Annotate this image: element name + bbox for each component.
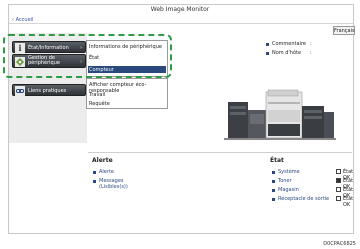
status-info-submenu: Afficher compteur éco-responsable Travai…	[86, 78, 168, 109]
comment-label: Commentaire	[272, 41, 306, 47]
figure-code: D0CPAC6825	[323, 241, 356, 247]
comment-colon: :	[310, 41, 312, 47]
divider	[88, 152, 352, 153]
toner-icon	[336, 178, 341, 183]
bullet-icon	[93, 171, 96, 174]
status-row-toner[interactable]: Toner	[278, 178, 292, 184]
status-title: État	[270, 157, 284, 164]
status-row-system[interactable]: Système	[278, 169, 300, 175]
status-row-output-tray[interactable]: Réceptacle de sortie	[278, 196, 329, 202]
host-name-label: Nom d'hôte	[272, 50, 302, 56]
output-tray-icon	[336, 196, 341, 201]
quick-links-button[interactable]: Liens pratiques	[12, 84, 86, 96]
system-icon	[336, 169, 341, 174]
alert-title: Alerte	[92, 157, 113, 164]
callout-highlight	[3, 34, 172, 78]
status-row-tray[interactable]: Magasin	[278, 187, 299, 193]
language-button[interactable]: Français	[333, 26, 355, 35]
link-icon	[15, 86, 25, 96]
home-link[interactable]: ‹ Accueil	[12, 17, 33, 23]
menu-item-job[interactable]: Travail	[89, 92, 105, 98]
bullet-icon	[272, 189, 275, 192]
bullet-icon	[266, 43, 269, 46]
menu-item-inquiry[interactable]: Requête	[89, 101, 110, 107]
app-title: Web Image Monitor	[150, 6, 210, 13]
alert-link[interactable]: Alerte	[99, 169, 114, 175]
tray-icon	[336, 187, 341, 192]
quick-links-label: Liens pratiques	[28, 88, 67, 94]
output-tray-status: État OK	[343, 196, 354, 208]
host-name-colon: :	[310, 50, 312, 56]
bullet-icon	[272, 198, 275, 201]
bullet-icon	[266, 52, 269, 55]
bullet-icon	[272, 171, 275, 174]
messages-count: (Lisibles(s))	[99, 184, 128, 190]
bullet-icon	[93, 180, 96, 183]
bullet-icon	[272, 180, 275, 183]
printer-illustration	[224, 89, 336, 140]
